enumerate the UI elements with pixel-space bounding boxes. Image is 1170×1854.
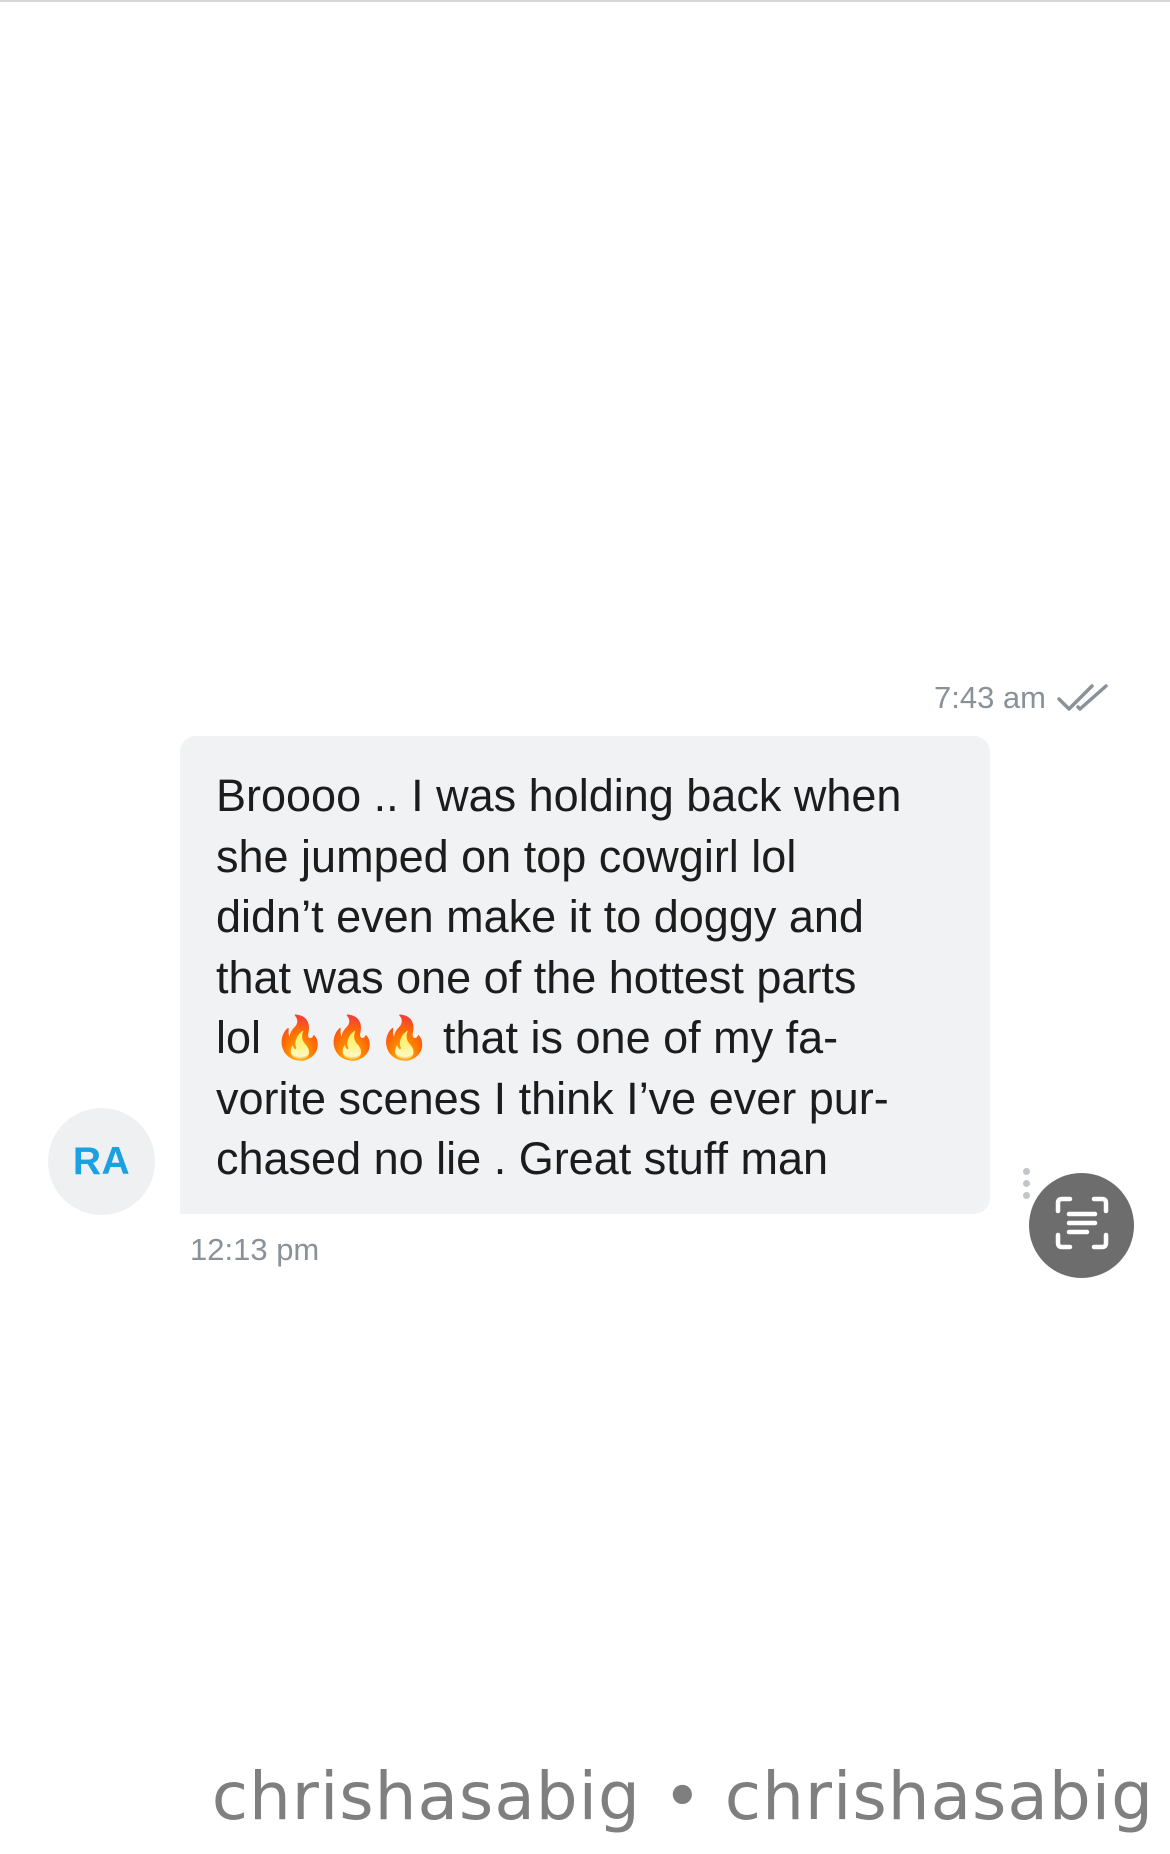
scan-text-button[interactable]	[1029, 1173, 1134, 1278]
more-vertical-icon[interactable]	[1023, 1168, 1031, 1199]
fire-emoji: 🔥	[378, 1014, 431, 1061]
message-line: chased no lie . Great stuff man	[216, 1133, 829, 1184]
fire-emoji: 🔥	[273, 1014, 326, 1061]
message-text: Broooo .. I was holding back when she ju…	[216, 766, 956, 1190]
double-check-icon	[1056, 681, 1112, 715]
avatar[interactable]: RA	[48, 1108, 155, 1215]
fire-emoji: 🔥	[325, 1014, 379, 1061]
message-line: she jumped on top cowgirl lol	[216, 830, 797, 882]
message-line: Broooo .. I was holding back when	[216, 770, 902, 821]
received-message-time: 12:13 pm	[190, 1232, 320, 1267]
sent-message-meta: 7:43 am	[934, 680, 1112, 716]
message-line: vorite scenes I think I’ve ever pur-	[216, 1072, 889, 1124]
message-line: that is one of my fa-	[442, 1012, 839, 1063]
message-line: didn’t even make it to doggy and	[216, 891, 864, 942]
message-line: lol	[216, 1012, 262, 1063]
sent-message-time: 7:43 am	[933, 680, 1046, 715]
message-line: that was one of the hottest parts	[216, 951, 857, 1003]
scan-text-icon	[1052, 1193, 1112, 1258]
avatar-initials: RA	[72, 1139, 131, 1183]
message-bubble[interactable]: Broooo .. I was holding back when she ju…	[180, 736, 990, 1214]
message-line-with-emoji: lol 🔥🔥🔥 that is one of my fa-	[216, 1008, 956, 1069]
top-divider	[0, 0, 1170, 2]
watermark: chrishasabig • chrishasabig	[211, 1758, 1154, 1835]
